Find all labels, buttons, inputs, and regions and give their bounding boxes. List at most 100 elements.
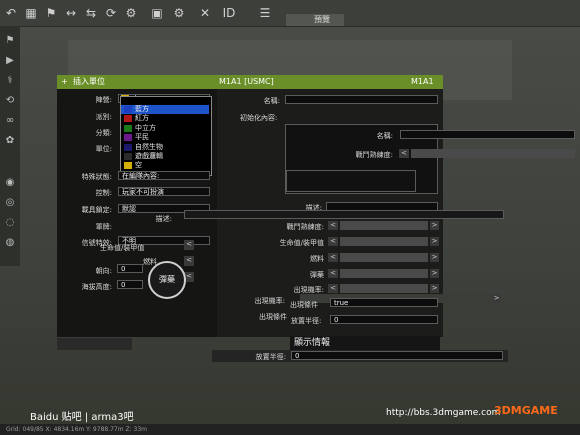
unit-icon[interactable]: ⚑	[3, 34, 17, 48]
combat-slider[interactable]	[411, 149, 575, 158]
side-color-swatch	[124, 124, 132, 132]
init-subfield[interactable]	[286, 170, 416, 192]
altitude-label: 海拔高度:	[81, 283, 112, 291]
fuel-r-decrease-button[interactable]: <	[328, 253, 338, 262]
fuel-slider[interactable]	[340, 253, 428, 262]
fuel-decrease-button[interactable]: <	[184, 256, 194, 266]
overlay-prob-label: 出現機率:	[254, 297, 285, 305]
camera-icon[interactable]: ▣	[150, 6, 164, 20]
id-icon[interactable]: ID	[222, 6, 236, 20]
side-option[interactable]: 空	[135, 161, 142, 170]
waypoint-tool-icon[interactable]: ⟲	[3, 94, 17, 108]
link2-icon[interactable]: ✕	[198, 6, 212, 20]
coordinates-readout: Grid: 049/85 X: 4834.16m Y: 9788.77m Z: …	[6, 426, 148, 433]
dialog-titlebar: + 插入單位 M1A1 [USMC] M1A1	[57, 75, 443, 89]
unit-title: M1A1 [USMC]	[219, 77, 274, 86]
combat2-slider[interactable]	[340, 221, 428, 230]
prob-slider[interactable]	[340, 284, 428, 293]
ok-button[interactable]	[57, 338, 132, 350]
vehicle-icon[interactable]: ◉	[3, 176, 17, 190]
control-label: 控制:	[95, 189, 112, 197]
combat2-increase-button[interactable]: >	[430, 221, 439, 230]
show-info-button[interactable]: 顯示情報	[290, 336, 440, 350]
left-toolbar: ⚑ ▶ ⚕ ⟲ ∞ ✿ ◉ ◎ ◌ ◍	[0, 26, 20, 266]
name-label: 名稱:	[263, 97, 280, 105]
class-label: 分類:	[95, 129, 112, 137]
tab-preview[interactable]: 預覽	[300, 14, 344, 26]
cond-label: 出現條件	[290, 301, 318, 309]
composition-icon[interactable]: ◍	[3, 236, 17, 250]
health-r-increase-button[interactable]: >	[430, 237, 439, 246]
wing-label: 軍牌:	[95, 223, 112, 231]
marker-icon[interactable]: ▶	[3, 54, 17, 68]
layers-icon[interactable]: ☰	[258, 6, 272, 20]
radius-label: 放置半徑:	[291, 317, 322, 325]
altitude-input[interactable]: 0	[117, 280, 143, 289]
health-slider[interactable]	[340, 237, 428, 246]
module-icon[interactable]: ✿	[3, 134, 17, 148]
azimuth-dial[interactable]: 彈藥	[148, 261, 186, 299]
sync-icon[interactable]: ⟳	[104, 6, 118, 20]
unit-title-right: M1A1	[411, 77, 434, 86]
waypoint-icon[interactable]: ↔	[64, 6, 78, 20]
special-label: 特殊狀態:	[81, 173, 112, 181]
side-color-swatch	[124, 115, 132, 123]
radius-input[interactable]: 0	[330, 315, 438, 324]
lock-label: 載具鎖定:	[81, 206, 112, 214]
side-option[interactable]: 自然生物	[135, 143, 163, 152]
side-dropdown[interactable]: 藍方 紅方 中立方 平民 自然生物 遊戲邏輯空	[120, 96, 212, 176]
special-select[interactable]: 在編隊內容:	[118, 171, 210, 180]
trigger-icon[interactable]: ⚙	[124, 6, 138, 20]
combat-decrease-button[interactable]: <	[399, 149, 409, 158]
dialog-title: 插入單位	[73, 77, 105, 86]
health-r-decrease-button[interactable]: <	[328, 237, 338, 246]
desc-input-overlay[interactable]	[184, 210, 504, 219]
overlay-cond-label: 出現條件	[259, 313, 287, 321]
prob-decrease-button[interactable]: <	[328, 284, 338, 293]
unit-label: 單位:	[95, 145, 112, 153]
bottom-radius-input[interactable]: 0	[291, 351, 503, 360]
plus-icon: +	[61, 77, 68, 86]
overlay-prob-increase-button[interactable]: >	[492, 294, 501, 303]
side-color-swatch	[124, 153, 132, 160]
object-icon[interactable]: ◎	[3, 196, 17, 210]
side-option[interactable]: 藍方	[135, 105, 149, 114]
health-decrease-button[interactable]: <	[184, 240, 194, 250]
ammo-label-right: 彈藥	[310, 271, 324, 279]
fuel-r-increase-button[interactable]: >	[430, 253, 439, 262]
baidu-watermark: Baidu 贴吧 | arma3吧	[30, 412, 134, 423]
name2-input[interactable]	[400, 130, 575, 139]
combat-label: 戰鬥熟練度:	[355, 151, 393, 159]
combat2-label: 戰鬥熟練度:	[286, 223, 324, 231]
settings-icon[interactable]: ⚙	[172, 6, 186, 20]
side-option[interactable]: 平民	[135, 133, 149, 142]
azimuth-label: 朝向:	[95, 267, 112, 275]
ammo-r-increase-button[interactable]: >	[430, 269, 439, 278]
side-label: 陣營:	[95, 96, 112, 104]
side-color-swatch	[124, 134, 132, 142]
bottom-radius-label: 放置半徑:	[255, 353, 286, 361]
link-icon[interactable]: ⇆	[84, 6, 98, 20]
name-input[interactable]	[285, 95, 438, 104]
group-icon[interactable]: ⚑	[44, 6, 58, 20]
cond-input[interactable]: true	[330, 298, 438, 307]
url-watermark: http://bbs.3dmgame.com	[386, 408, 501, 418]
ammo-r-decrease-button[interactable]: <	[328, 269, 338, 278]
name2-label: 名稱:	[376, 132, 393, 140]
prob-increase-button[interactable]: >	[430, 284, 439, 293]
undo-icon[interactable]: ↶	[4, 6, 18, 20]
combat2-decrease-button[interactable]: <	[328, 221, 338, 230]
ammo-slider[interactable]	[340, 269, 428, 278]
fuel-label-right: 燃料	[310, 255, 324, 263]
health-label-right: 生命值/裝甲值	[279, 239, 324, 247]
trigger-tool-icon[interactable]: ⚕	[3, 74, 17, 88]
sync-tool-icon[interactable]: ∞	[3, 114, 17, 128]
grid-icon[interactable]: ▦	[24, 6, 38, 20]
side-option[interactable]: 紅方	[135, 114, 149, 123]
azimuth-input[interactable]: 0	[117, 264, 143, 273]
side-option[interactable]: 中立方	[135, 124, 156, 133]
side-option[interactable]: 遊戲邏輯	[135, 152, 163, 161]
status-bar: Grid: 049/85 X: 4834.16m Y: 9788.77m Z: …	[0, 424, 580, 435]
control-select[interactable]: 玩家不可扮演	[118, 187, 210, 196]
empty-icon[interactable]: ◌	[3, 216, 17, 230]
